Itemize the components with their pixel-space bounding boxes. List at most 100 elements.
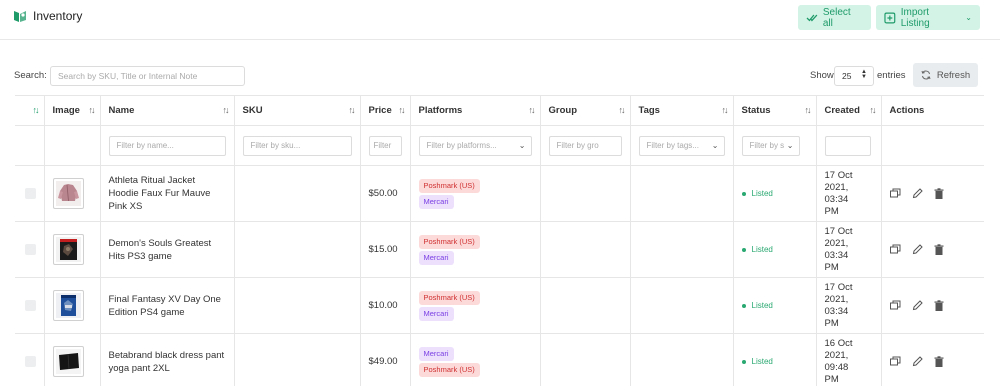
search-label: Search: — [14, 70, 47, 81]
duplicate-icon[interactable] — [889, 188, 901, 199]
platform-badge-poshmark: Poshmark (US) — [418, 178, 480, 193]
table-row[interactable]: Final Fantasy XV Day One Edition PS4 gam… — [15, 277, 984, 334]
product-thumbnail[interactable] — [52, 290, 84, 321]
column-name[interactable]: Name ↑↓ — [100, 95, 235, 126]
column-tags[interactable]: Tags ↑↓ — [630, 95, 734, 126]
created-date: 17 Oct 2021, 03:34 PM — [824, 281, 853, 329]
row-checkbox[interactable] — [25, 300, 36, 311]
platform-badge-mercari: Mercari — [418, 194, 454, 209]
price-cell: $49.00 — [360, 333, 411, 386]
filter-platforms-select[interactable]: Filter by platforms... ⌄ — [418, 135, 532, 156]
product-thumbnail[interactable] — [52, 178, 84, 209]
black-pants-image — [55, 349, 81, 374]
filter-cell-status: Filter by s ⌄ — [733, 125, 817, 166]
column-platforms[interactable]: Platforms ↑↓ — [410, 95, 541, 126]
product-name[interactable]: Final Fantasy XV Day One Edition PS4 gam… — [109, 293, 226, 319]
status-badge: Listed — [741, 357, 808, 366]
image-cell — [44, 165, 101, 222]
edit-pencil-icon[interactable] — [912, 300, 923, 311]
price-cell: $15.00 — [360, 221, 411, 278]
filter-status-select[interactable]: Filter by s ⌄ — [741, 135, 800, 156]
trash-icon[interactable] — [934, 300, 944, 311]
platforms-cell: Poshmark (US) Mercari — [410, 221, 541, 278]
duplicate-icon[interactable] — [889, 356, 901, 367]
tags-cell — [630, 221, 734, 278]
filter-name-input[interactable]: Filter by name... — [108, 135, 226, 156]
row-checkbox[interactable] — [25, 244, 36, 255]
column-price[interactable]: Price ↑↓ — [360, 95, 411, 126]
status-dot-icon — [741, 303, 746, 308]
status-cell: Listed — [733, 277, 817, 334]
image-cell — [44, 333, 101, 386]
product-name[interactable]: Betabrand black dress pant yoga pant 2XL — [109, 349, 226, 375]
duplicate-icon[interactable] — [889, 300, 901, 311]
filter-cell-empty — [15, 125, 45, 166]
filter-cell-group: Filter by gro — [540, 125, 631, 166]
sort-icon: ↑↓ — [721, 105, 729, 115]
edit-pencil-icon[interactable] — [912, 356, 923, 367]
tags-cell — [630, 165, 734, 222]
show-label: Show — [810, 70, 834, 81]
product-name[interactable]: Demon's Souls Greatest Hits PS3 game — [109, 237, 226, 263]
actions-cell — [881, 165, 984, 222]
sku-cell — [234, 333, 361, 386]
refresh-button[interactable]: Refresh — [913, 63, 978, 87]
import-icon — [884, 12, 896, 23]
entries-label: entries — [877, 70, 906, 81]
name-cell: Betabrand black dress pant yoga pant 2XL — [100, 333, 235, 386]
platform-badge-poshmark: Poshmark (US) — [418, 234, 480, 249]
column-status[interactable]: Status ↑↓ — [733, 95, 817, 126]
filter-sku-input[interactable]: Filter by sku... — [242, 135, 352, 156]
filter-cell-created — [816, 125, 882, 166]
status-dot-icon — [741, 191, 746, 196]
refresh-label: Refresh — [936, 69, 971, 81]
edit-pencil-icon[interactable] — [912, 188, 923, 199]
import-listing-button[interactable]: Import Listing ⌄ — [876, 5, 980, 30]
column-group[interactable]: Group ↑↓ — [540, 95, 631, 126]
select-all-button[interactable]: Select all — [798, 5, 871, 30]
created-cell: 17 Oct 2021, 03:34 PM — [816, 165, 882, 222]
ps4-case-image — [55, 293, 81, 318]
trash-icon[interactable] — [934, 188, 944, 199]
header-row: ↑↓ Image ↑↓ Name ↑↓ SKU ↑↓ Price ↑↓ Platform… — [15, 95, 984, 126]
product-name[interactable]: Athleta Ritual Jacket Hoodie Faux Fur Ma… — [109, 174, 226, 213]
search-input[interactable]: Search by SKU, Title or Internal Note — [50, 66, 245, 86]
trash-icon[interactable] — [934, 244, 944, 255]
edit-pencil-icon[interactable] — [912, 244, 923, 255]
filter-cell-empty — [44, 125, 101, 166]
status-dot-icon — [741, 359, 746, 364]
sort-icon: ↑↓ — [528, 105, 536, 115]
column-actions: Actions — [881, 95, 984, 126]
product-thumbnail[interactable] — [52, 234, 84, 265]
group-cell — [540, 333, 631, 386]
row-checkbox[interactable] — [25, 356, 36, 367]
column-sku[interactable]: SKU ↑↓ — [234, 95, 361, 126]
trash-icon[interactable] — [934, 356, 944, 367]
filter-price-input[interactable]: Filter — [368, 135, 402, 156]
table-row[interactable]: Demon's Souls Greatest Hits PS3 game $15… — [15, 221, 984, 278]
inventory-logo-icon — [14, 11, 26, 22]
top-bar: Inventory Select all Import Listing ⌄ — [0, 0, 1000, 40]
duplicate-icon[interactable] — [889, 244, 901, 255]
inventory-table: ↑↓ Image ↑↓ Name ↑↓ SKU ↑↓ Price ↑↓ Platform… — [15, 95, 984, 386]
column-created[interactable]: Created ↑↓ — [816, 95, 882, 126]
column-select[interactable]: ↑↓ — [15, 95, 45, 126]
product-thumbnail[interactable] — [52, 346, 84, 377]
filter-group-input[interactable]: Filter by gro — [548, 135, 622, 156]
entries-select[interactable]: 25 ▲ ▼ — [834, 66, 874, 86]
table-row[interactable]: Betabrand black dress pant yoga pant 2XL… — [15, 333, 984, 386]
row-checkbox[interactable] — [25, 188, 36, 199]
table-row[interactable]: Athleta Ritual Jacket Hoodie Faux Fur Ma… — [15, 165, 984, 222]
status-badge: Listed — [741, 189, 808, 198]
image-cell — [44, 277, 101, 334]
column-image[interactable]: Image ↑↓ — [44, 95, 101, 126]
select-all-label: Select all — [822, 6, 851, 29]
filter-tags-select[interactable]: Filter by tags... ⌄ — [638, 135, 725, 156]
sort-icon: ↑↓ — [348, 105, 356, 115]
created-cell: 17 Oct 2021, 03:34 PM — [816, 277, 882, 334]
status-cell: Listed — [733, 165, 817, 222]
filter-created-input[interactable] — [824, 135, 871, 156]
actions-cell — [881, 277, 984, 334]
select-arrows-icon: ▲ ▼ — [861, 69, 867, 80]
filter-row: Filter by name... Filter by sku... Filte… — [15, 125, 984, 166]
